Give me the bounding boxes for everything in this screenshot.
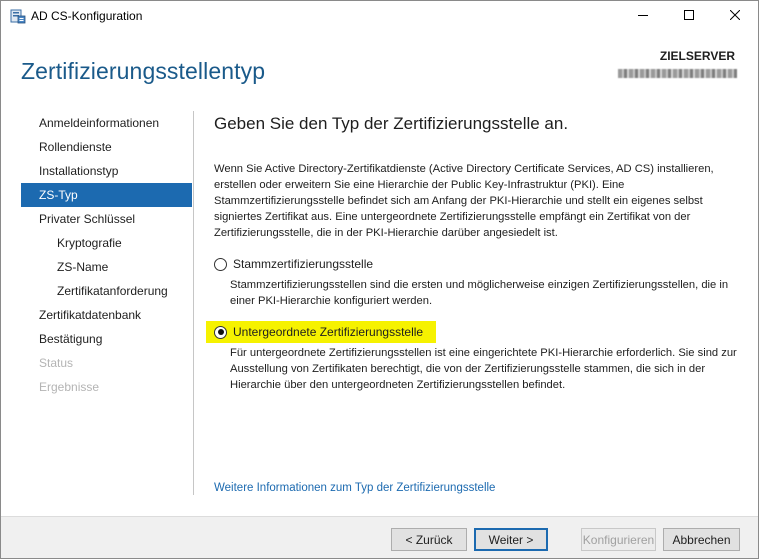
nav-divider xyxy=(193,111,194,495)
close-button[interactable] xyxy=(712,1,758,31)
nav-item-status: Status xyxy=(39,356,74,370)
option-subordinate-ca-description: Für untergeordnete Zertifizierungsstelle… xyxy=(230,347,737,391)
wizard-nav: Anmeldeinformationen Rollendienste Insta… xyxy=(21,111,192,399)
back-button[interactable]: < Zurück xyxy=(391,528,467,551)
next-button[interactable]: Weiter > xyxy=(474,528,548,551)
option-root-ca-label[interactable]: Stammzertifizierungsstelle xyxy=(233,257,373,271)
target-server-name-redacted xyxy=(618,69,737,78)
nav-item-zs-typ[interactable]: ZS-Typ xyxy=(21,183,192,207)
target-server-label: ZIELSERVER xyxy=(659,49,735,63)
minimize-button[interactable] xyxy=(620,1,666,31)
nav-item-zs-name[interactable]: ZS-Name xyxy=(21,255,192,279)
button-bar: < Zurück Weiter > Konfigurieren Abbreche… xyxy=(1,516,758,558)
intro-text: Wenn Sie Active Directory-Zertifikatdien… xyxy=(214,163,714,239)
option-subordinate-ca-label[interactable]: Untergeordnete Zertifizierungsstelle xyxy=(233,325,423,339)
content-heading: Geben Sie den Typ der Zertifizierungsste… xyxy=(214,114,569,133)
cancel-button[interactable]: Abbrechen xyxy=(663,528,740,551)
page-title: Zertifizierungsstellentyp xyxy=(21,58,266,84)
configure-button: Konfigurieren xyxy=(581,528,656,551)
wizard-window: AD CS-Konfiguration Zertifizierungsstell… xyxy=(0,0,759,559)
nav-item-rollendienste[interactable]: Rollendienste xyxy=(21,135,192,159)
maximize-button[interactable] xyxy=(666,1,712,31)
nav-item-ergebnisse: Ergebnisse xyxy=(39,380,100,394)
nav-item-bestaetigung[interactable]: Bestätigung xyxy=(21,327,192,351)
radio-subordinate-ca[interactable] xyxy=(214,325,227,339)
nav-item-kryptografie[interactable]: Kryptografie xyxy=(21,231,192,255)
nav-item-zertifikatdatenbank[interactable]: Zertifikatdatenbank xyxy=(21,303,192,327)
nav-item-anmeldeinformationen[interactable]: Anmeldeinformationen xyxy=(21,111,192,135)
minimize-icon xyxy=(638,7,648,25)
title-bar[interactable]: AD CS-Konfiguration xyxy=(1,1,758,31)
option-subordinate-ca[interactable]: Untergeordnete Zertifizierungsstelle xyxy=(206,321,436,343)
nav-item-privater-schluessel[interactable]: Privater Schlüssel xyxy=(21,207,192,231)
more-info-link[interactable]: Weitere Informationen zum Typ der Zertif… xyxy=(214,482,495,494)
nav-item-installationstyp[interactable]: Installationstyp xyxy=(21,159,192,183)
option-root-ca-description: Stammzertifizierungsstellen sind die ers… xyxy=(230,279,729,307)
nav-item-zertifikatanforderung[interactable]: Zertifikatanforderung xyxy=(21,279,192,303)
window-title: AD CS-Konfiguration xyxy=(31,9,143,23)
radio-root-ca[interactable] xyxy=(214,257,227,271)
server-manager-icon xyxy=(10,8,26,24)
maximize-icon xyxy=(684,7,694,25)
option-root-ca[interactable]: Stammzertifizierungsstelle xyxy=(214,257,373,271)
close-icon xyxy=(729,7,741,25)
